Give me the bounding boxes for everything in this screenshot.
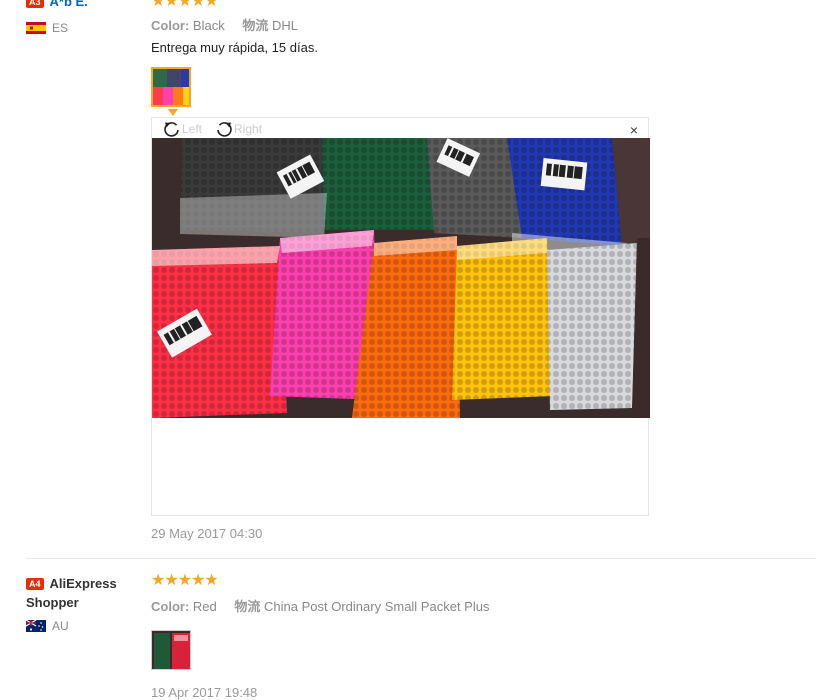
color-key: Color: (151, 18, 190, 33)
spain-flag-icon (26, 22, 46, 34)
viewer-toolbar: Left Right (162, 120, 262, 138)
rotate-right-icon[interactable] (214, 119, 234, 139)
rotate-left-label[interactable]: Left (182, 122, 202, 136)
rotate-left-icon[interactable] (162, 119, 182, 139)
buyer-level-badge: A4 (26, 578, 44, 590)
shipping-key: 物流 (242, 18, 269, 33)
review-divider (26, 558, 816, 559)
rating-stars: ★★★★★ (151, 0, 219, 10)
review-meta: Color: Black 物流 DHL (151, 15, 312, 34)
photo-viewer: Left Right × (151, 117, 650, 516)
color-key: Color: (151, 599, 190, 614)
review-photo (152, 138, 650, 418)
reviewer: A4 AliExpress Shopper (26, 574, 136, 612)
country: AU (26, 619, 69, 633)
shipping-value: China Post Ordinary Small Packet Plus (264, 599, 490, 614)
photo-thumbnail-image (153, 69, 189, 105)
shipping-value: DHL (271, 18, 298, 33)
rotate-right-label[interactable]: Right (234, 122, 262, 136)
rating-stars: ★★★★★ (151, 572, 219, 589)
color-value: Red (192, 599, 217, 614)
close-icon[interactable]: × (630, 122, 638, 138)
user-name[interactable]: A*b E. (50, 0, 88, 9)
photo-thumbnail[interactable] (151, 630, 191, 670)
color-value: Black (192, 18, 225, 33)
photo-thumbnail-image (152, 631, 190, 669)
reviewer: A3 A*b E. (26, 0, 88, 9)
review-date: 19 Apr 2017 19:48 (151, 685, 258, 700)
shipping-key: 物流 (234, 599, 261, 614)
country: ES (26, 21, 68, 35)
review-meta: Color: Red 物流 China Post Ordinary Small … (151, 596, 503, 615)
thumbnail-pointer-icon (168, 109, 178, 116)
photo-thumbnail[interactable] (151, 67, 191, 107)
australia-flag-icon (26, 620, 46, 632)
buyer-level-badge: A3 (26, 0, 44, 8)
feedback-text: Entrega muy rápida, 15 días. (151, 40, 318, 55)
review-date: 29 May 2017 04:30 (151, 526, 263, 541)
country-code: AU (52, 619, 69, 633)
country-code: ES (52, 21, 69, 35)
